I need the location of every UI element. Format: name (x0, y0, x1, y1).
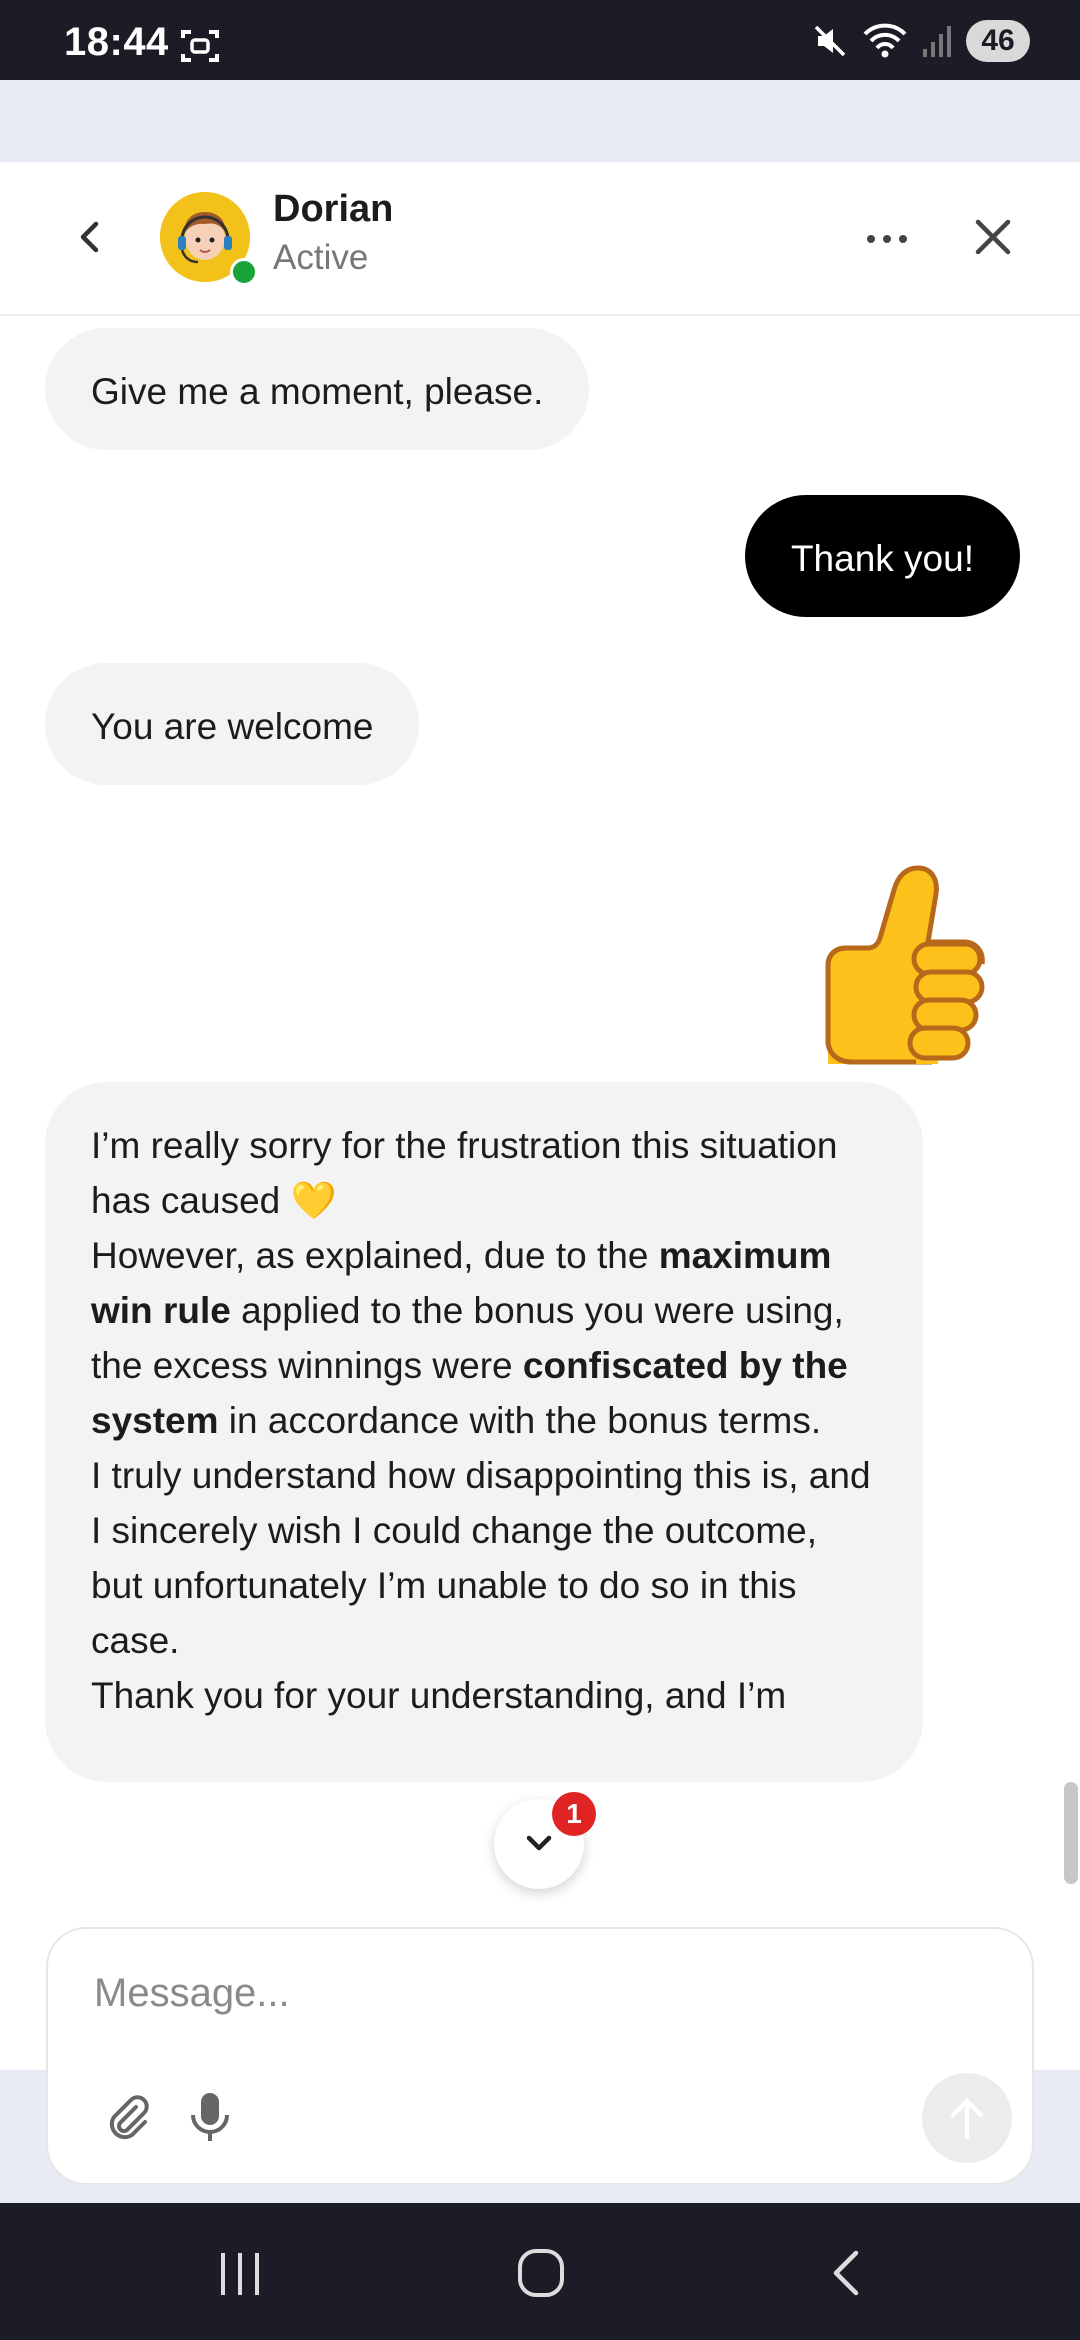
system-nav-bar (0, 2203, 1080, 2340)
scrollbar[interactable] (1064, 1782, 1078, 1884)
message-text: I’m really sorry for the frustration thi… (91, 1125, 838, 1221)
message-text: in accordance with the bonus terms. (218, 1400, 822, 1441)
message-input[interactable]: Message... (94, 1971, 290, 2016)
agent-status: Active (273, 238, 369, 277)
close-icon[interactable] (968, 212, 1018, 262)
chat-header: Dorian Active (0, 162, 1080, 316)
message-text: Thank you for your understanding, and I’… (91, 1675, 787, 1716)
chat-panel: Dorian Active Give me a moment, please. … (0, 162, 1080, 2185)
chevron-down-icon (526, 1835, 552, 1851)
unread-count-badge: 1 (552, 1792, 596, 1836)
microphone-icon[interactable] (188, 2089, 232, 2145)
message-bubble-incoming-long: I’m really sorry for the frustration thi… (45, 1082, 923, 1782)
online-status-dot (230, 258, 258, 286)
back-nav-icon[interactable] (826, 2247, 866, 2304)
attachment-icon[interactable] (104, 2093, 154, 2143)
message-bubble-outgoing: Thank you! (744, 495, 1020, 617)
send-button[interactable] (922, 2073, 1012, 2163)
agent-name: Dorian (273, 188, 394, 230)
arrow-up-icon (950, 2098, 984, 2140)
message-bubble-incoming: Give me a moment, please. (45, 328, 590, 450)
status-bar: 18:44 46 (0, 0, 1080, 80)
avatar[interactable] (160, 192, 258, 286)
message-text: I truly understand how disappointing thi… (91, 1455, 871, 1661)
thumbs-up-emoji-icon (794, 856, 1004, 1076)
more-options-icon[interactable] (862, 214, 912, 264)
battery-icon: 46 (966, 20, 1030, 62)
wifi-icon (862, 22, 908, 60)
screenshot-icon (180, 28, 220, 64)
message-text: However, as explained, due to the (91, 1235, 659, 1276)
message-bubble-incoming: You are welcome (45, 663, 420, 785)
home-icon[interactable] (516, 2247, 566, 2304)
signal-icon (922, 23, 952, 59)
message-list[interactable]: Give me a moment, please. Thank you! You… (0, 314, 1080, 1926)
status-time: 18:44 (64, 20, 169, 64)
message-composer[interactable]: Message... (46, 1927, 1034, 2185)
back-button[interactable] (66, 212, 116, 262)
recent-apps-icon[interactable] (215, 2249, 265, 2304)
mute-icon (812, 23, 848, 59)
